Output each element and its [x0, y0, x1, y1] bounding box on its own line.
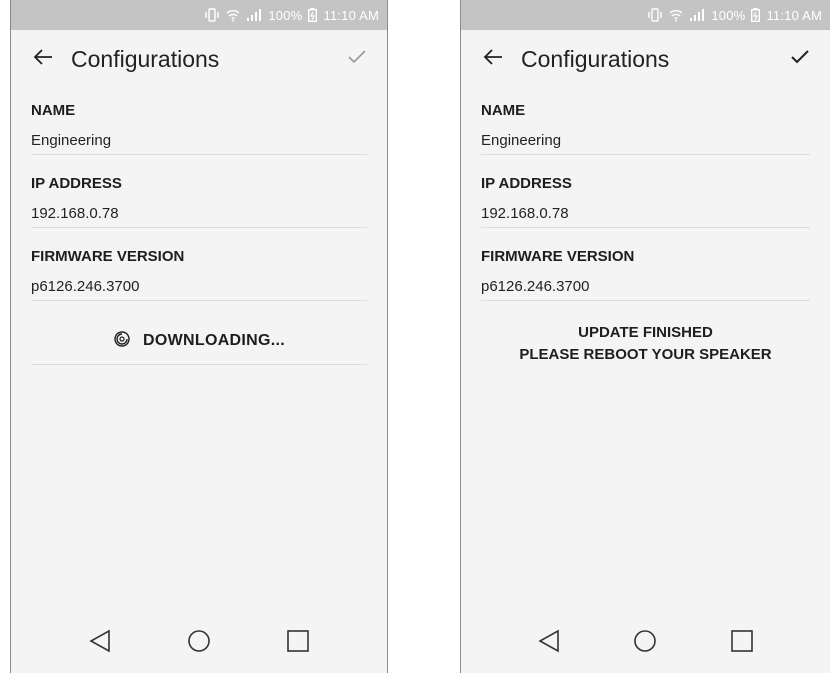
confirm-button[interactable]	[782, 41, 818, 77]
vibrate-icon	[204, 8, 220, 22]
divider	[481, 300, 810, 301]
config-fields: NAME Engineering IP ADDRESS 192.168.0.78…	[481, 96, 810, 315]
field-name[interactable]: NAME Engineering	[481, 96, 810, 169]
clock: 11:10 AM	[323, 7, 379, 23]
field-value: p6126.246.3700	[481, 278, 590, 295]
app-bar: Configurations	[11, 30, 387, 88]
battery-icon	[308, 8, 318, 22]
square-recents-icon	[286, 629, 310, 658]
spinner-icon	[113, 330, 131, 353]
wifi-icon	[669, 8, 683, 22]
reboot-instruction-text: PLEASE REBOOT YOUR SPEAKER	[519, 346, 772, 363]
checkmark-icon	[790, 49, 810, 70]
phone-screen-finished: 100% 11:10 AM Configurations NAME Engine…	[460, 0, 830, 673]
nav-back-button[interactable]	[80, 623, 120, 663]
page-title: Configurations	[71, 45, 220, 72]
field-value: 192.168.0.78	[31, 205, 119, 222]
status-bar: 100% 11:10 AM	[11, 0, 387, 30]
triangle-back-icon	[89, 629, 111, 658]
status-bar: 100% 11:10 AM	[461, 0, 830, 30]
field-label: NAME	[31, 102, 76, 119]
update-message: UPDATE FINISHED PLEASE REBOOT YOUR SPEAK…	[461, 322, 830, 366]
arrow-left-icon	[483, 48, 503, 71]
divider	[31, 154, 367, 155]
divider	[481, 154, 810, 155]
signal-icon	[246, 8, 262, 22]
field-name[interactable]: NAME Engineering	[31, 96, 367, 169]
wifi-icon	[226, 8, 240, 22]
triangle-back-icon	[538, 629, 560, 658]
field-firmware-version[interactable]: FIRMWARE VERSION p6126.246.3700	[31, 242, 367, 315]
battery-icon	[751, 8, 761, 22]
android-nav-bar	[461, 613, 830, 673]
signal-icon	[689, 8, 705, 22]
clock: 11:10 AM	[766, 7, 822, 23]
nav-home-button[interactable]	[179, 623, 219, 663]
confirm-button[interactable]	[339, 41, 375, 77]
circle-home-icon	[633, 629, 657, 658]
app-bar: Configurations	[461, 30, 830, 88]
field-value: Engineering	[481, 132, 562, 149]
field-value: 192.168.0.78	[481, 205, 569, 222]
update-finished-text: UPDATE FINISHED	[578, 324, 713, 341]
download-status: DOWNLOADING...	[31, 318, 367, 365]
field-label: IP ADDRESS	[481, 175, 572, 192]
divider	[31, 227, 367, 228]
field-label: IP ADDRESS	[31, 175, 122, 192]
circle-home-icon	[187, 629, 211, 658]
field-label: FIRMWARE VERSION	[481, 248, 635, 265]
config-fields: NAME Engineering IP ADDRESS 192.168.0.78…	[31, 96, 367, 315]
download-status-text: DOWNLOADING...	[143, 332, 285, 349]
field-label: NAME	[481, 102, 526, 119]
checkmark-icon	[347, 49, 367, 70]
nav-recents-button[interactable]	[722, 623, 762, 663]
page-title: Configurations	[521, 45, 670, 72]
field-label: FIRMWARE VERSION	[31, 248, 185, 265]
nav-home-button[interactable]	[625, 623, 665, 663]
field-ip-address[interactable]: IP ADDRESS 192.168.0.78	[31, 169, 367, 242]
field-firmware-version[interactable]: FIRMWARE VERSION p6126.246.3700	[481, 242, 810, 315]
nav-recents-button[interactable]	[278, 623, 318, 663]
battery-percent: 100%	[711, 7, 746, 23]
android-nav-bar	[11, 613, 387, 673]
battery-percent: 100%	[268, 7, 303, 23]
divider	[481, 227, 810, 228]
square-recents-icon	[730, 629, 754, 658]
nav-back-button[interactable]	[529, 623, 569, 663]
field-value: Engineering	[31, 132, 112, 149]
back-button[interactable]	[23, 39, 63, 79]
divider	[31, 300, 367, 301]
field-value: p6126.246.3700	[31, 278, 140, 295]
phone-screen-downloading: 100% 11:10 AM Configurations NAME Engine…	[10, 0, 388, 673]
back-button[interactable]	[473, 39, 513, 79]
vibrate-icon	[647, 8, 663, 22]
arrow-left-icon	[33, 48, 53, 71]
field-ip-address[interactable]: IP ADDRESS 192.168.0.78	[481, 169, 810, 242]
